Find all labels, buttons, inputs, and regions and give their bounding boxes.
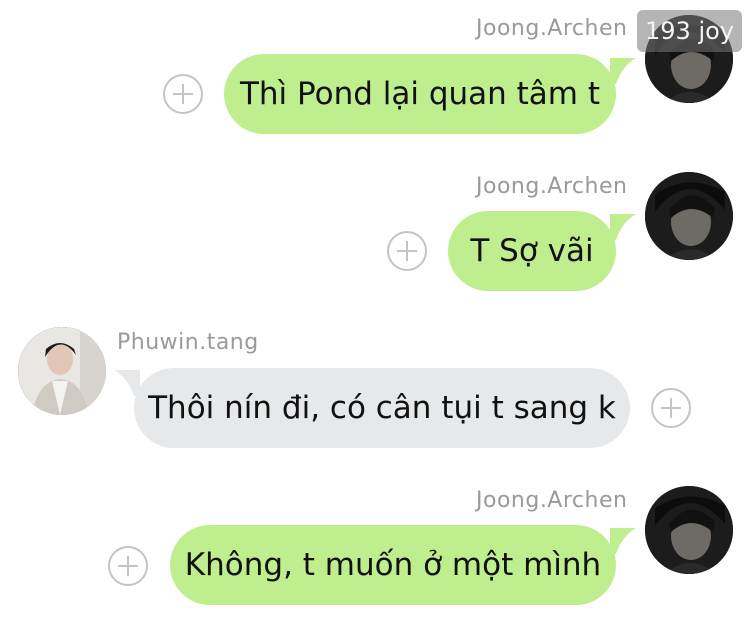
avatar[interactable] [18, 327, 106, 415]
add-reaction-button[interactable] [651, 388, 691, 428]
avatar[interactable] [645, 172, 733, 260]
message-bubble[interactable]: T Sợ vãi [448, 211, 616, 291]
bubble-tail [610, 214, 636, 240]
message-bubble[interactable]: Không, t muốn ở một mình [170, 525, 616, 605]
sender-name: Phuwin.tang [117, 330, 259, 355]
watermark-badge: 193 joy [637, 10, 742, 52]
add-reaction-button[interactable] [387, 231, 427, 271]
sender-name: Joong.Archen [476, 488, 628, 513]
message-bubble[interactable]: Thôi nín đi, có cân tụi t sang k [134, 368, 630, 448]
avatar[interactable] [645, 486, 733, 574]
sender-name: Joong.Archen [476, 174, 628, 199]
add-reaction-button[interactable] [108, 546, 148, 586]
bubble-tail [610, 528, 636, 554]
